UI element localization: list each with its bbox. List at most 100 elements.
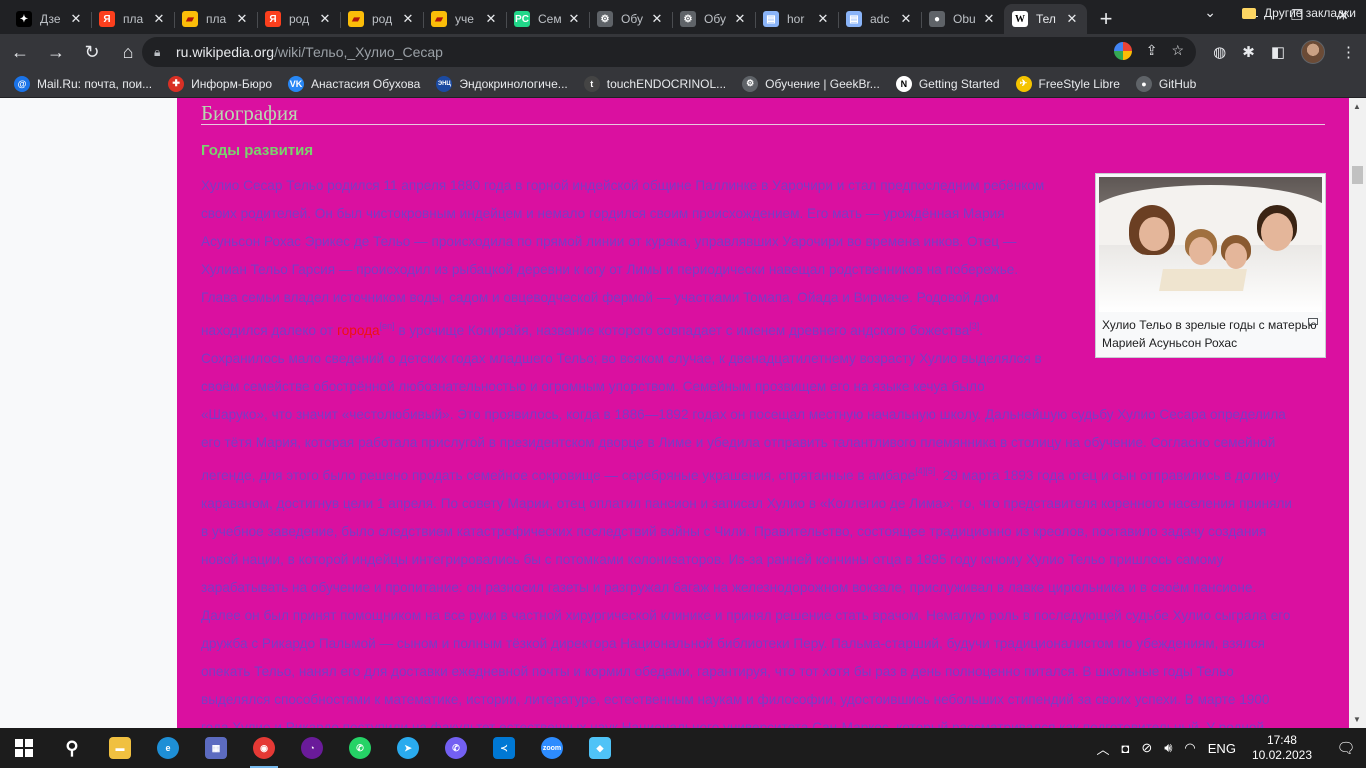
tab-close-icon[interactable]: ✕ (650, 11, 664, 27)
side-panel-icon[interactable]: ◧ (1271, 43, 1285, 61)
bookmark-item[interactable]: ЭНЦ Эндокринологиче... (436, 75, 568, 92)
photo-face-child1 (1189, 237, 1213, 265)
browser-tab[interactable]: ▰ род ✕ (340, 4, 423, 34)
interwiki-link[interactable]: [en] (380, 321, 395, 331)
browser-tab[interactable]: PC Сем ✕ (506, 4, 589, 34)
url-path: /wiki/Тельо,_Хулио_Сесар (274, 44, 443, 60)
missing-article-link[interactable]: города (337, 323, 380, 338)
bookmark-item[interactable]: ✚ Информ-Бюро (168, 75, 272, 92)
bookmark-star-icon[interactable]: ☆ (1171, 42, 1184, 60)
action-center-icon[interactable]: 🗨︎ (1326, 728, 1366, 768)
scroll-down-icon[interactable]: ▼ (1353, 715, 1361, 724)
browser-tab[interactable]: ⚙ Обу ✕ (589, 4, 672, 34)
share-icon[interactable]: ⇪ (1146, 42, 1158, 60)
address-bar[interactable]: 🔒︎ ru.wikipedia.org/wiki/Тельо,_Хулио_Се… (142, 37, 1196, 67)
file-explorer-icon[interactable]: ▬ (96, 728, 144, 768)
browser-tab[interactable]: Ярод ✕ (257, 4, 340, 34)
url-host: ru.wikipedia.org (176, 44, 275, 60)
browser-tab[interactable]: ⚙ Обу ✕ (672, 4, 755, 34)
bookmark-item[interactable]: @ Mail.Ru: почта, пои... (14, 75, 152, 92)
browser-tab[interactable]: ▰ уче ✕ (423, 4, 506, 34)
footnote-link[interactable]: [4][5] (915, 466, 935, 476)
bookmark-item[interactable]: N Getting Started (895, 75, 1000, 92)
zoom-icon[interactable]: zoom (528, 728, 576, 768)
vscode-icon[interactable]: ≺ (480, 728, 528, 768)
tab-title: Тел (1036, 12, 1056, 26)
paragraph-line: опекать Тельо, нанял его для доставки еж… (201, 664, 1234, 679)
bookmark-label: Getting Started (918, 76, 1000, 91)
browser-tab[interactable]: W Тел ✕ (1004, 4, 1087, 34)
tab-close-icon[interactable]: ✕ (235, 11, 249, 27)
tab-close-icon[interactable]: ✕ (982, 11, 996, 27)
lock-icon[interactable]: 🔒︎ (154, 45, 172, 60)
tab-close-icon[interactable]: ✕ (1065, 11, 1079, 27)
paint-icon[interactable]: ◆ (576, 728, 624, 768)
url-text[interactable]: ru.wikipedia.org/wiki/Тельо,_Хулио_Сесар (176, 44, 443, 60)
bookmark-item[interactable]: t touchENDOCRINOL... (583, 75, 726, 92)
system-tray: ︿ ◘ ⊘ 🔊︎ ◠ ENG 17:48 10.02.2023 🗨︎ (1090, 728, 1366, 768)
new-tab-button[interactable]: + (1091, 4, 1121, 34)
browser-tab[interactable]: ▰ пла ✕ (174, 4, 257, 34)
browser-tab[interactable]: ▤ adc ✕ (838, 4, 921, 34)
viber-icon[interactable]: ✆ (432, 728, 480, 768)
edge-icon[interactable]: e (144, 728, 192, 768)
enlarge-icon[interactable] (1308, 318, 1318, 325)
whatsapp-icon[interactable]: ✆ (336, 728, 384, 768)
bookmark-item[interactable]: VK Анастасия Обухова (288, 75, 420, 92)
windows-logo-icon (15, 739, 33, 757)
page-scrollbar[interactable]: ▲ ▼ (1349, 98, 1366, 728)
app-purple-icon[interactable]: ◔ (288, 728, 336, 768)
article-content: Биография Годы развития Хулио Сесар Тель… (177, 98, 1349, 728)
chrome-icon[interactable]: ◉ (240, 728, 288, 768)
doc-icon: ▤ (763, 11, 779, 27)
browser-tab[interactable]: ● Obu ✕ (921, 4, 1004, 34)
yandex-bookmark-icon: ▰ (348, 11, 364, 27)
volume-icon[interactable]: 🔊︎ (1164, 740, 1172, 756)
search-icon[interactable]: ⚲ (48, 728, 96, 768)
language-indicator[interactable]: ENG (1208, 741, 1236, 756)
reload-icon[interactable]: ↻ (76, 36, 108, 68)
footnote-link[interactable]: [3] (969, 321, 979, 331)
tab-close-icon[interactable]: ✕ (567, 11, 581, 27)
menu-icon[interactable]: ⋮ (1341, 43, 1356, 61)
figure-thumbnail[interactable]: Хулио Тельо в зрелые годы с матерью Мари… (1095, 173, 1326, 358)
tab-close-icon[interactable]: ✕ (69, 11, 83, 27)
webcam-icon[interactable]: ◘ (1121, 741, 1129, 756)
scroll-up-icon[interactable]: ▲ (1353, 102, 1361, 111)
toolbar-actions: ◍ ✱ ◧ ⋮ (1213, 40, 1356, 64)
clock[interactable]: 17:48 10.02.2023 (1252, 733, 1312, 763)
family-photo[interactable] (1099, 177, 1322, 312)
wifi-icon[interactable]: ◠ (1184, 740, 1195, 756)
telegram-icon[interactable]: ➤ (384, 728, 432, 768)
bookmark-item[interactable]: ● GitHub (1135, 75, 1196, 92)
home-icon[interactable]: ⌂ (112, 36, 144, 68)
tab-close-icon[interactable]: ✕ (152, 11, 166, 27)
notifications-off-icon[interactable]: ⊘ (1141, 740, 1152, 756)
browser-tab[interactable]: ▤ hor ✕ (755, 4, 838, 34)
tab-close-icon[interactable]: ✕ (401, 11, 415, 27)
tab-close-icon[interactable]: ✕ (733, 11, 747, 27)
tab-close-icon[interactable]: ✕ (816, 11, 830, 27)
google-lens-icon[interactable] (1113, 42, 1132, 60)
bookmark-item[interactable]: ⚙ Обучение | GeekBr... (742, 75, 880, 92)
bookmark-item[interactable]: ✈ FreeStyle Libre (1015, 75, 1120, 92)
forward-icon[interactable]: → (40, 36, 72, 68)
other-bookmarks[interactable]: Другие закладки (1242, 6, 1356, 20)
show-hidden-icons-icon[interactable]: ︿ (1096, 739, 1109, 758)
taskbar-glyph: ⚲ (65, 737, 79, 758)
profile-avatar[interactable] (1301, 40, 1325, 64)
browser-tab[interactable]: Япла ✕ (91, 4, 174, 34)
calculator-icon[interactable]: ▦ (192, 728, 240, 768)
tab-close-icon[interactable]: ✕ (899, 11, 913, 27)
scrollbar-thumb[interactable] (1352, 166, 1363, 184)
browser-tab[interactable]: ✦ Дзе ✕ (8, 4, 91, 34)
windows-taskbar: ⚲ ▬ e ▦ ◉ ◔ ✆ ➤ ✆ ≺ zoom ◆ ︿ ◘ ⊘ 🔊︎ ◠ ENG 17:48 10.… (0, 728, 1366, 768)
vpn-globe-icon[interactable]: ◍ (1213, 43, 1226, 61)
extensions-icon[interactable]: ✱ (1242, 43, 1255, 61)
back-icon[interactable]: ← (4, 36, 36, 68)
tab-search-icon[interactable]: ⌄ (1204, 4, 1216, 21)
doc-icon: ▤ (846, 11, 862, 27)
tab-close-icon[interactable]: ✕ (318, 11, 332, 27)
start-button[interactable] (0, 728, 48, 768)
tab-close-icon[interactable]: ✕ (484, 11, 498, 27)
